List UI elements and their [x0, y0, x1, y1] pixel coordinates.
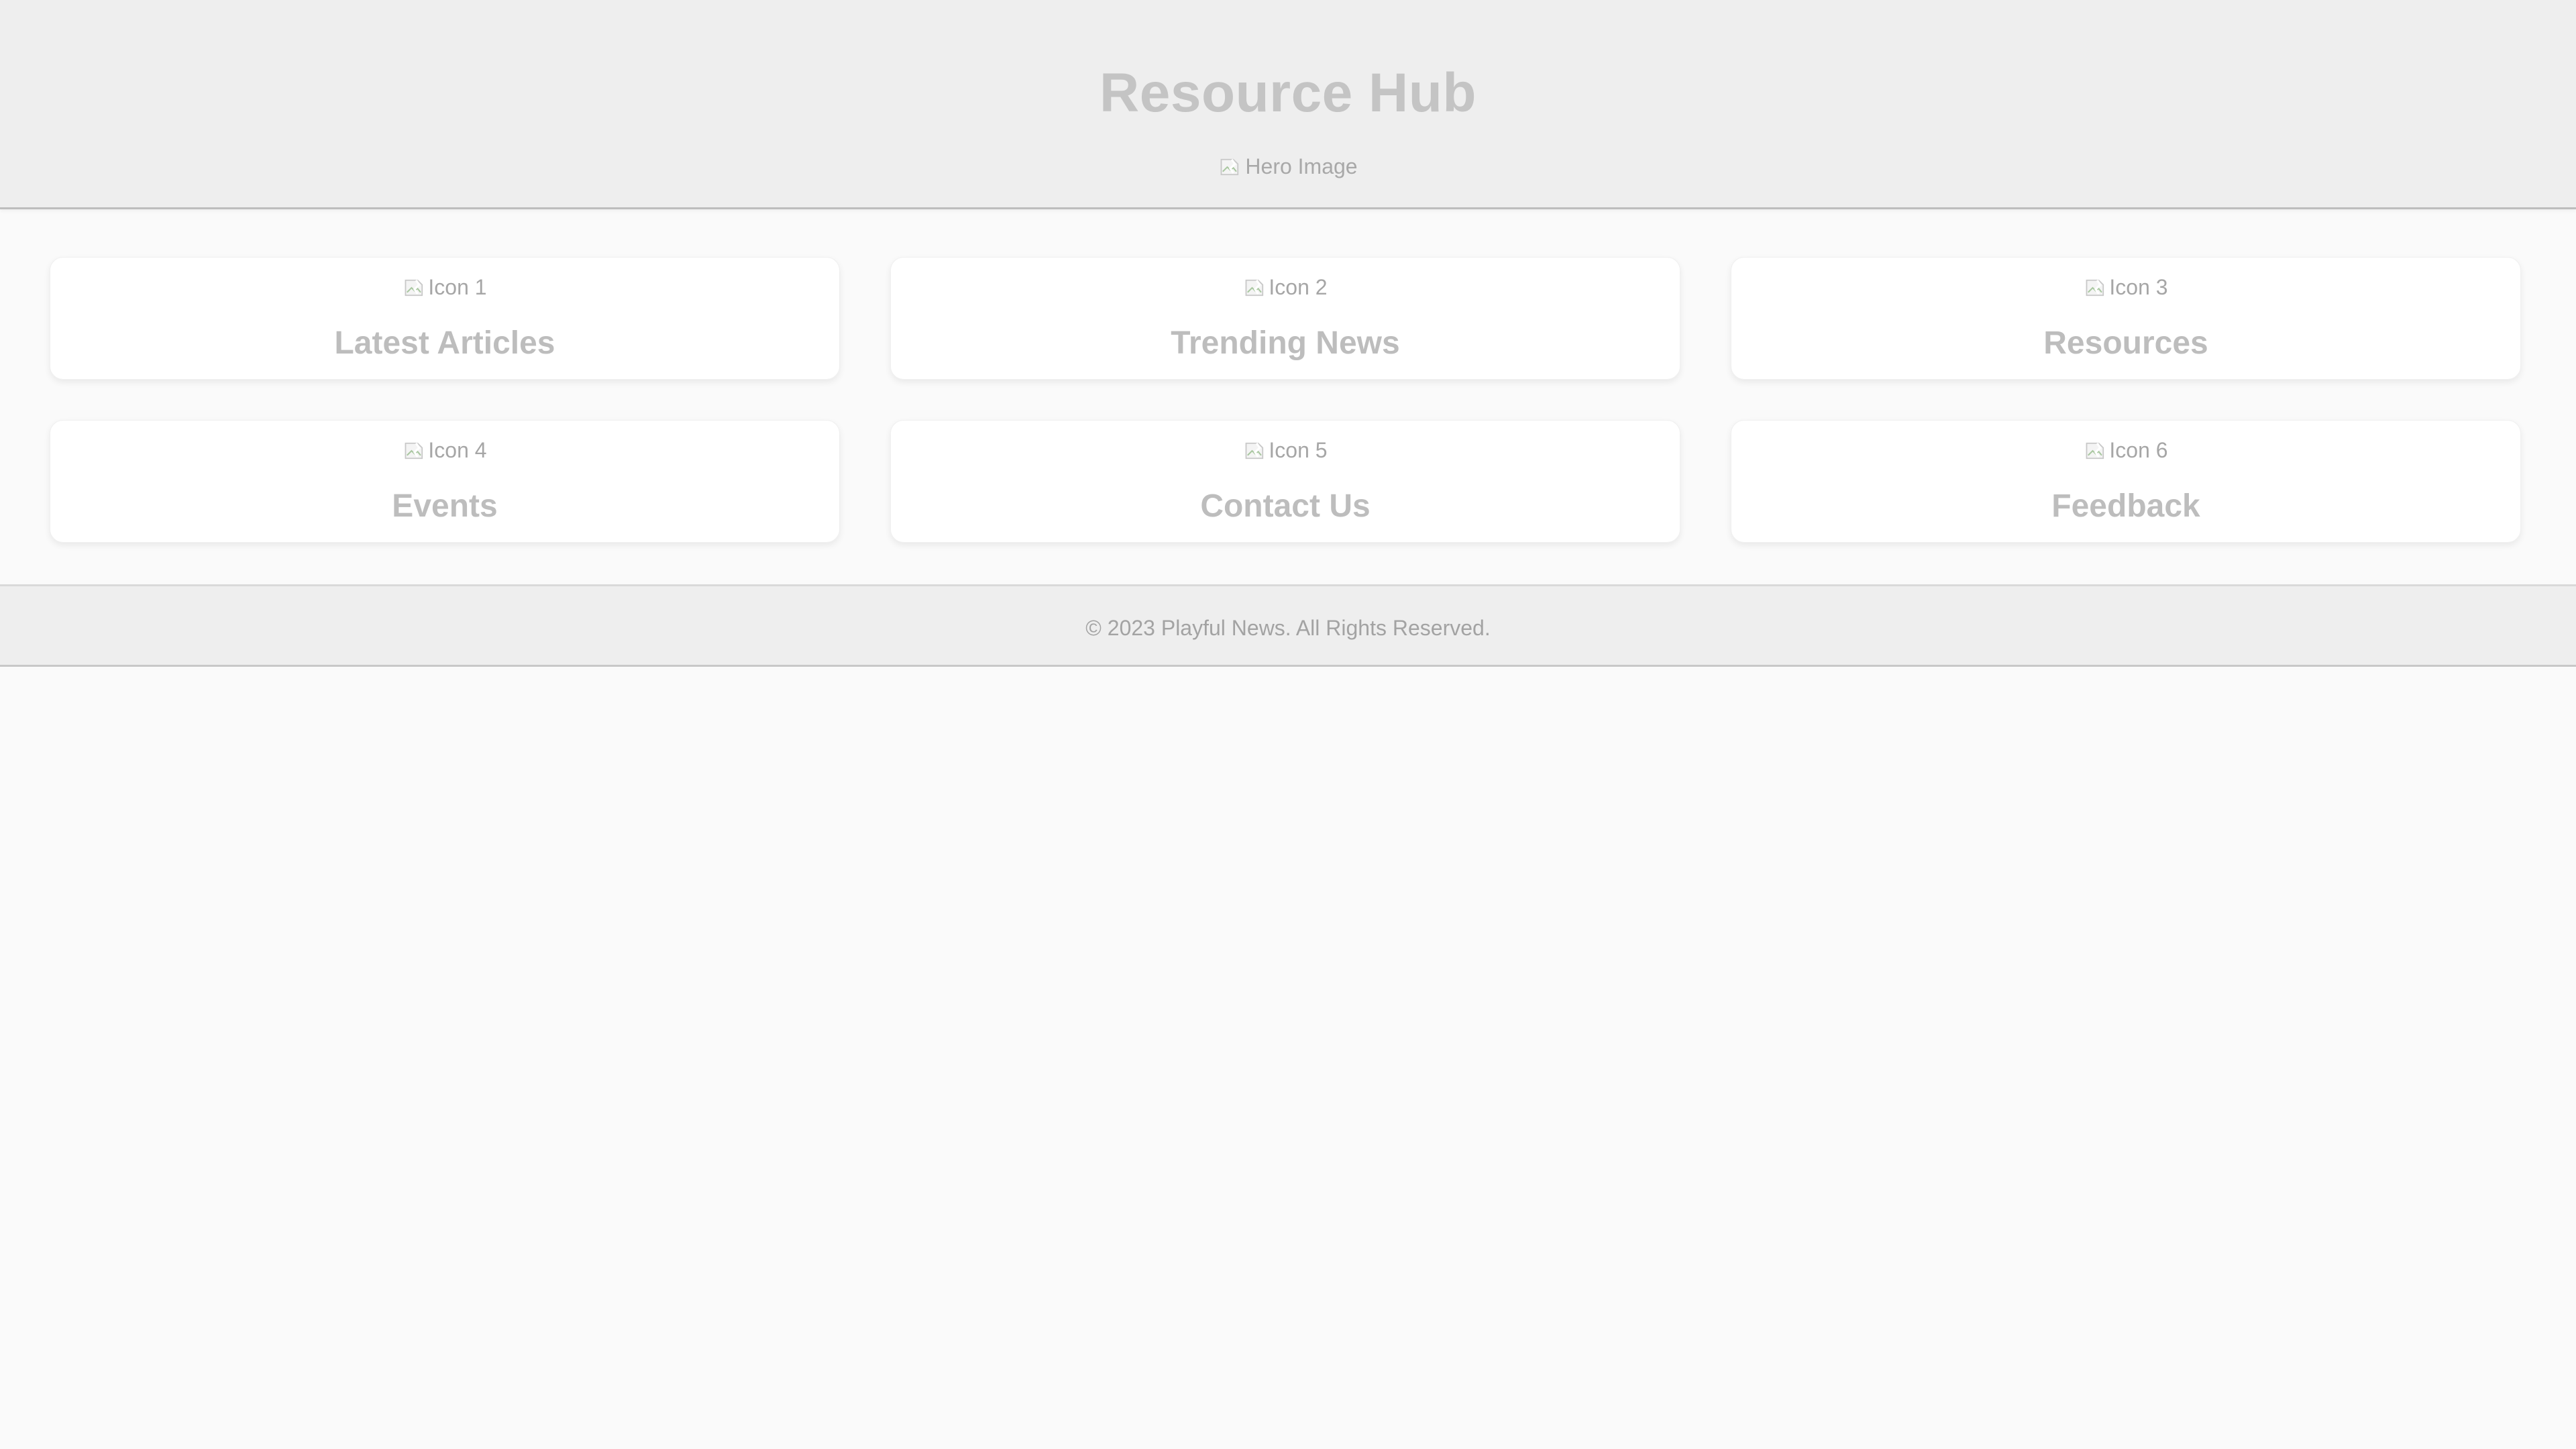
- broken-image-icon: [402, 439, 427, 463]
- page-title: Resource Hub: [1099, 62, 1477, 123]
- card-contact-us[interactable]: Icon 5 Contact Us: [890, 420, 1680, 543]
- card-icon-alt-text: Icon 2: [1269, 275, 1328, 299]
- card-title: Resources: [2043, 325, 2208, 361]
- site-header: Resource Hub Hero Image: [0, 0, 2576, 209]
- footer-copyright: © 2023 Playful News. All Rights Reserved…: [1085, 616, 1491, 640]
- card-icon-alt-text: Icon 1: [428, 275, 487, 299]
- card-icon-alt-text: Icon 3: [2109, 275, 2168, 299]
- broken-image-icon: [1243, 276, 1267, 300]
- card-title: Latest Articles: [334, 325, 555, 361]
- card-icon-alt-text: Icon 5: [1269, 438, 1328, 462]
- card-grid: Icon 1 Latest Articles Icon 2 Trending N…: [50, 257, 2526, 543]
- site-footer: © 2023 Playful News. All Rights Reserved…: [0, 584, 2576, 667]
- card-latest-articles[interactable]: Icon 1 Latest Articles: [50, 257, 840, 380]
- broken-image-icon: [1218, 155, 1242, 179]
- hero-image: Hero Image: [0, 154, 2576, 179]
- card-title: Events: [392, 488, 498, 524]
- card-icon-5: Icon 5: [891, 438, 1680, 463]
- card-icon-3: Icon 3: [1731, 275, 2520, 300]
- card-icon-alt-text: Icon 6: [2109, 438, 2168, 462]
- card-icon-1: Icon 1: [50, 275, 839, 300]
- broken-image-icon: [1243, 439, 1267, 463]
- hero-image-alt-text: Hero Image: [1245, 154, 1358, 178]
- card-resources[interactable]: Icon 3 Resources: [1731, 257, 2521, 380]
- broken-image-icon: [2084, 276, 2108, 300]
- card-title: Trending News: [1171, 325, 1400, 361]
- card-icon-alt-text: Icon 4: [428, 438, 487, 462]
- card-trending-news[interactable]: Icon 2 Trending News: [890, 257, 1680, 380]
- broken-image-icon: [2084, 439, 2108, 463]
- broken-image-icon: [402, 276, 427, 300]
- card-title: Contact Us: [1200, 488, 1371, 524]
- card-title: Feedback: [2051, 488, 2200, 524]
- card-icon-4: Icon 4: [50, 438, 839, 463]
- card-events[interactable]: Icon 4 Events: [50, 420, 840, 543]
- card-icon-2: Icon 2: [891, 275, 1680, 300]
- card-feedback[interactable]: Icon 6 Feedback: [1731, 420, 2521, 543]
- card-icon-6: Icon 6: [1731, 438, 2520, 463]
